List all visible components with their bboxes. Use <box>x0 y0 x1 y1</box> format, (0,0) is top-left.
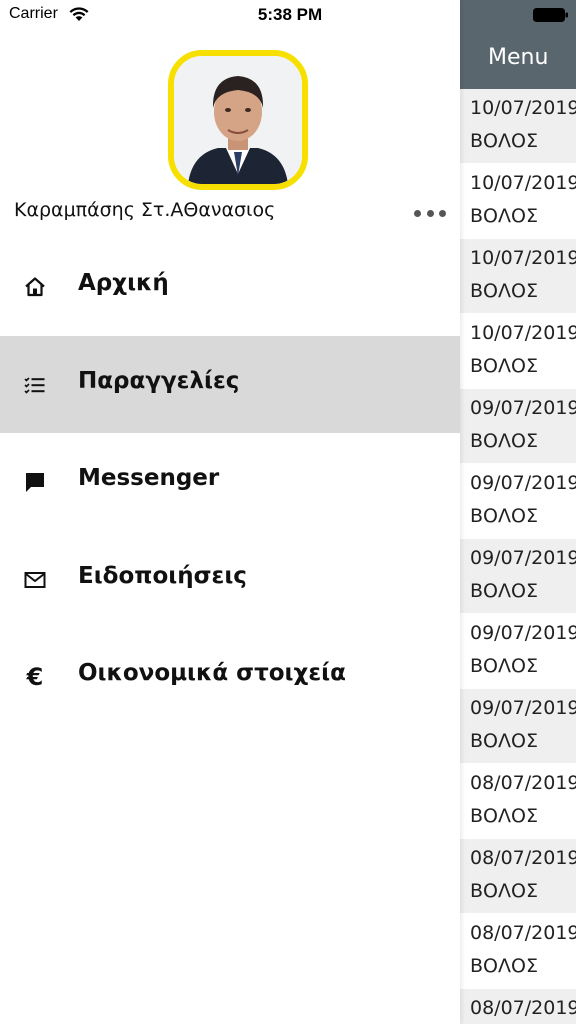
order-city: ΒΟΛΟΣ <box>470 505 538 527</box>
order-city: ΒΟΛΟΣ <box>470 880 538 902</box>
menu-item-label: Αρχική <box>78 270 169 296</box>
avatar[interactable] <box>168 50 308 190</box>
order-date: 08/07/2019 <box>470 847 576 869</box>
battery-icon <box>533 8 568 22</box>
order-city: ΒΟΛΟΣ <box>470 130 538 152</box>
status-bar: Carrier 5:38 PM <box>0 0 576 32</box>
order-date: 08/07/2019 <box>470 772 576 794</box>
order-date: 10/07/2019 <box>470 172 576 194</box>
menu-item-notifications[interactable]: Ειδοποιήσεις <box>0 531 460 629</box>
order-city: ΒΟΛΟΣ <box>470 430 538 452</box>
order-row[interactable]: 08/07/2019 <box>460 989 576 1024</box>
profile-photo <box>174 56 302 184</box>
order-city: ΒΟΛΟΣ <box>470 655 538 677</box>
order-date: 09/07/2019 <box>470 397 576 419</box>
dot <box>439 209 446 217</box>
menu-item-label: Οικονομικά στοιχεία <box>78 660 346 686</box>
order-row[interactable]: 10/07/2019 ΒΟΛΟΣ <box>460 314 576 389</box>
menu-item-financials[interactable]: € Οικονομικά στοιχεία <box>0 628 460 726</box>
menu-item-label: Παραγγελίες <box>78 367 240 394</box>
order-date: 09/07/2019 <box>470 697 576 719</box>
order-row[interactable]: 08/07/2019 ΒΟΛΟΣ <box>460 764 576 839</box>
order-row[interactable]: 10/07/2019 ΒΟΛΟΣ <box>460 89 576 164</box>
order-city: ΒΟΛΟΣ <box>470 955 538 977</box>
order-row[interactable]: 09/07/2019 ΒΟΛΟΣ <box>460 614 576 689</box>
order-row[interactable]: 10/07/2019 ΒΟΛΟΣ <box>460 164 576 239</box>
menu-item-label: Ειδοποιήσεις <box>78 562 247 589</box>
order-city: ΒΟΛΟΣ <box>470 580 538 602</box>
header-title[interactable]: Menu <box>488 45 548 70</box>
order-row[interactable]: 09/07/2019 ΒΟΛΟΣ <box>460 464 576 539</box>
order-city: ΒΟΛΟΣ <box>470 205 538 227</box>
order-row[interactable]: 09/07/2019 ΒΟΛΟΣ <box>460 539 576 614</box>
menu-item-home[interactable]: Αρχική <box>0 238 460 336</box>
order-date: 10/07/2019 <box>470 322 576 344</box>
order-date: 09/07/2019 <box>470 472 576 494</box>
order-row[interactable]: 08/07/2019 ΒΟΛΟΣ <box>460 914 576 989</box>
euro-icon: € <box>26 663 44 691</box>
more-horizontal-icon[interactable] <box>414 202 446 224</box>
order-row[interactable]: 09/07/2019 ΒΟΛΟΣ <box>460 389 576 464</box>
order-city: ΒΟΛΟΣ <box>470 280 538 302</box>
menu-item-label: Messenger <box>78 465 220 491</box>
orders-screen: Menu 10/07/2019 ΒΟΛΟΣ 10/07/2019 ΒΟΛΟΣ 10/… <box>460 0 576 1024</box>
checklist-icon <box>22 372 48 398</box>
order-date: 08/07/2019 <box>470 997 576 1019</box>
user-name: Καραμπάσης Στ.ΑΘανασιος <box>14 199 276 221</box>
order-row[interactable]: 08/07/2019 ΒΟΛΟΣ <box>460 839 576 914</box>
dot <box>426 209 434 217</box>
order-date: 10/07/2019 <box>470 97 576 119</box>
dot <box>414 209 421 217</box>
order-row[interactable]: 10/07/2019 ΒΟΛΟΣ <box>460 239 576 314</box>
order-date: 10/07/2019 <box>470 247 576 269</box>
menu-item-orders[interactable]: Παραγγελίες <box>0 335 460 433</box>
menu-item-messenger[interactable]: Messenger <box>0 433 460 531</box>
order-row[interactable]: 09/07/2019 ΒΟΛΟΣ <box>460 689 576 764</box>
chat-icon <box>22 469 48 495</box>
order-city: ΒΟΛΟΣ <box>470 805 538 827</box>
order-city: ΒΟΛΟΣ <box>470 355 538 377</box>
home-icon <box>22 274 48 300</box>
orders-list: 10/07/2019 ΒΟΛΟΣ 10/07/2019 ΒΟΛΟΣ 10/07/20… <box>460 89 576 1024</box>
side-drawer: Καραμπάσης Στ.ΑΘανασιος Αρχική Παραγγελί… <box>0 0 460 1024</box>
order-date: 09/07/2019 <box>470 547 576 569</box>
order-date: 09/07/2019 <box>470 622 576 644</box>
order-city: ΒΟΛΟΣ <box>470 730 538 752</box>
order-date: 08/07/2019 <box>470 922 576 944</box>
clock: 5:38 PM <box>257 5 323 24</box>
drawer-menu: Αρχική Παραγγελίες Messenger Ειδοποιήσει… <box>0 238 460 726</box>
envelope-icon <box>22 567 48 593</box>
